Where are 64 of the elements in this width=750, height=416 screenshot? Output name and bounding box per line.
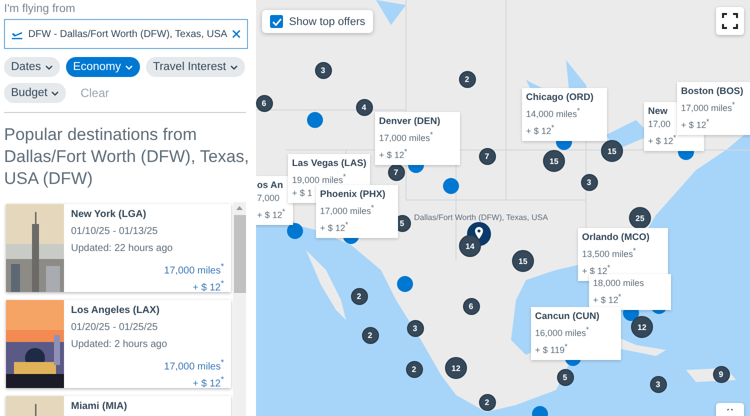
travel-dates: 01/10/25 - 01/13/25 xyxy=(71,226,159,237)
filter-chip[interactable]: Economy xyxy=(66,57,140,77)
updated-time: Updated: 2 hours ago xyxy=(71,339,168,350)
filter-chip[interactable]: Travel Interest xyxy=(146,57,246,77)
offer-fee: + $ 12$^{*}$ xyxy=(320,219,348,235)
destination-name: New York (LGA) xyxy=(71,209,148,220)
offer-miles: 16,000 miles$^{*}$ xyxy=(535,324,589,340)
offer-fee: + $ 12$^{*}$ xyxy=(379,146,408,162)
offer-city: Las Vegas (LAS) xyxy=(292,157,366,170)
offer-fee: + $ 12$^{*}$ xyxy=(526,122,554,138)
offer-fee: + $ 12$^{*}$ xyxy=(648,132,676,148)
filter-chip[interactable]: Budget xyxy=(4,83,66,103)
caret-icon xyxy=(230,64,238,70)
origin-label: Dallas/Fort Worth (DFW), Texas, USA xyxy=(414,213,548,222)
offer-city: os An xyxy=(257,179,284,192)
offer-popup[interactable]: Denver (DEN) 17,000 miles$^{*}$ + $ 12$^{*}$ xyxy=(375,112,460,165)
updated-time: Updated: 22 hours ago xyxy=(71,243,174,254)
offer-fee: + $ 1 xyxy=(292,187,312,200)
filter-chip[interactable]: Dates xyxy=(4,57,60,77)
offer-miles: 17,00 xyxy=(648,118,671,131)
offer-popup[interactable]: Phoenix (PHX) 17,000 miles$^{*}$ + $ 12$^{*}$ xyxy=(316,185,398,238)
offer-city: Cancun (CUN) xyxy=(535,310,600,323)
offer-city: Chicago (ORD) xyxy=(526,91,594,104)
field-label: I'm flying from xyxy=(4,3,76,15)
origin-field[interactable]: DFW - Dallas/Fort Worth (DFW), Texas, USA xyxy=(4,19,248,49)
caret-icon xyxy=(45,64,54,70)
fullscreen-button[interactable] xyxy=(716,7,744,35)
offer-miles: 14,000 miles$^{*}$ xyxy=(526,105,580,121)
offer-city: Orlando (MCO) xyxy=(582,231,650,244)
offer-fee: + $ 12$^{*}$ xyxy=(257,206,286,222)
offer-popup[interactable]: Cancun (CUN) 16,000 miles$^{*}$ + $ 119$^{*}$ xyxy=(531,307,621,360)
close-icon[interactable] xyxy=(232,29,241,39)
offer-miles: 17,000 miles$^{*}$ xyxy=(379,129,433,145)
scroll-up-icon[interactable] xyxy=(236,206,243,210)
checkbox[interactable] xyxy=(270,15,283,28)
miles-price: 17,000 miles$^{*}$ xyxy=(163,356,224,374)
offer-miles: 19,000 miles$^{*}$ xyxy=(292,171,346,187)
top-offers-toggle[interactable]: Show top offers xyxy=(262,10,374,33)
offer-miles: 7,000 xyxy=(257,192,280,205)
offer-city: Boston (BOS) xyxy=(681,85,744,98)
section-heading: Popular destinations from Dallas/Fort Worth (DFW), Texas, USA (DFW) xyxy=(4,124,250,190)
offer-miles: 17,000 miles$^{*}$ xyxy=(320,202,374,218)
offer-popup[interactable]: Boston (BOS) 17,000 miles$^{*}$ + $ 12$^{*}$ xyxy=(677,82,750,135)
offer-city: New xyxy=(648,105,668,118)
destination-name: Miami (MIA) xyxy=(71,401,128,412)
offer-fee: + $ 119$^{*}$ xyxy=(535,341,568,357)
fee-price: + $ 12$^{*}$ xyxy=(192,277,224,295)
offer-fee: + $ 12$^{*}$ xyxy=(593,291,622,307)
caret-icon xyxy=(124,64,133,70)
offer-miles: 13,500 miles$^{*}$ xyxy=(582,245,636,261)
miles-price: 17,000 miles$^{*}$ xyxy=(163,260,224,278)
travel-dates: 01/20/25 - 01/25/25 xyxy=(71,322,159,333)
destination-name: Los Angeles (LAX) xyxy=(71,305,161,316)
destination-card[interactable]: Miami (MIA) xyxy=(6,396,231,416)
fullscreen-icon xyxy=(722,13,738,29)
offer-popup[interactable]: 18,000 miles + $ 12$^{*}$ xyxy=(589,274,671,310)
caret-icon xyxy=(51,90,60,96)
fee-price: + $ 12$^{*}$ xyxy=(192,373,224,391)
offer-popup[interactable]: os An 7,000 + $ 12$^{*}$ xyxy=(256,176,293,225)
offer-city: Denver (DEN) xyxy=(379,115,440,128)
scrollbar[interactable] xyxy=(233,202,246,416)
offer-popup[interactable]: Chicago (ORD) 14,000 miles$^{*}$ + $ 12$^{*}$ xyxy=(522,88,607,141)
destination-card[interactable]: Los Angeles (LAX) 01/20/25 - 01/25/25 Updated: 2 hours ago 17,000 miles$^{*}$ + $ 12$^{*}$ xyxy=(6,300,231,388)
destination-card[interactable]: New York (LGA) 01/10/25 - 01/13/25 Updated: 22 hours ago 17,000 miles$^{*}$ + $ 12$^{*}$ xyxy=(6,204,231,292)
